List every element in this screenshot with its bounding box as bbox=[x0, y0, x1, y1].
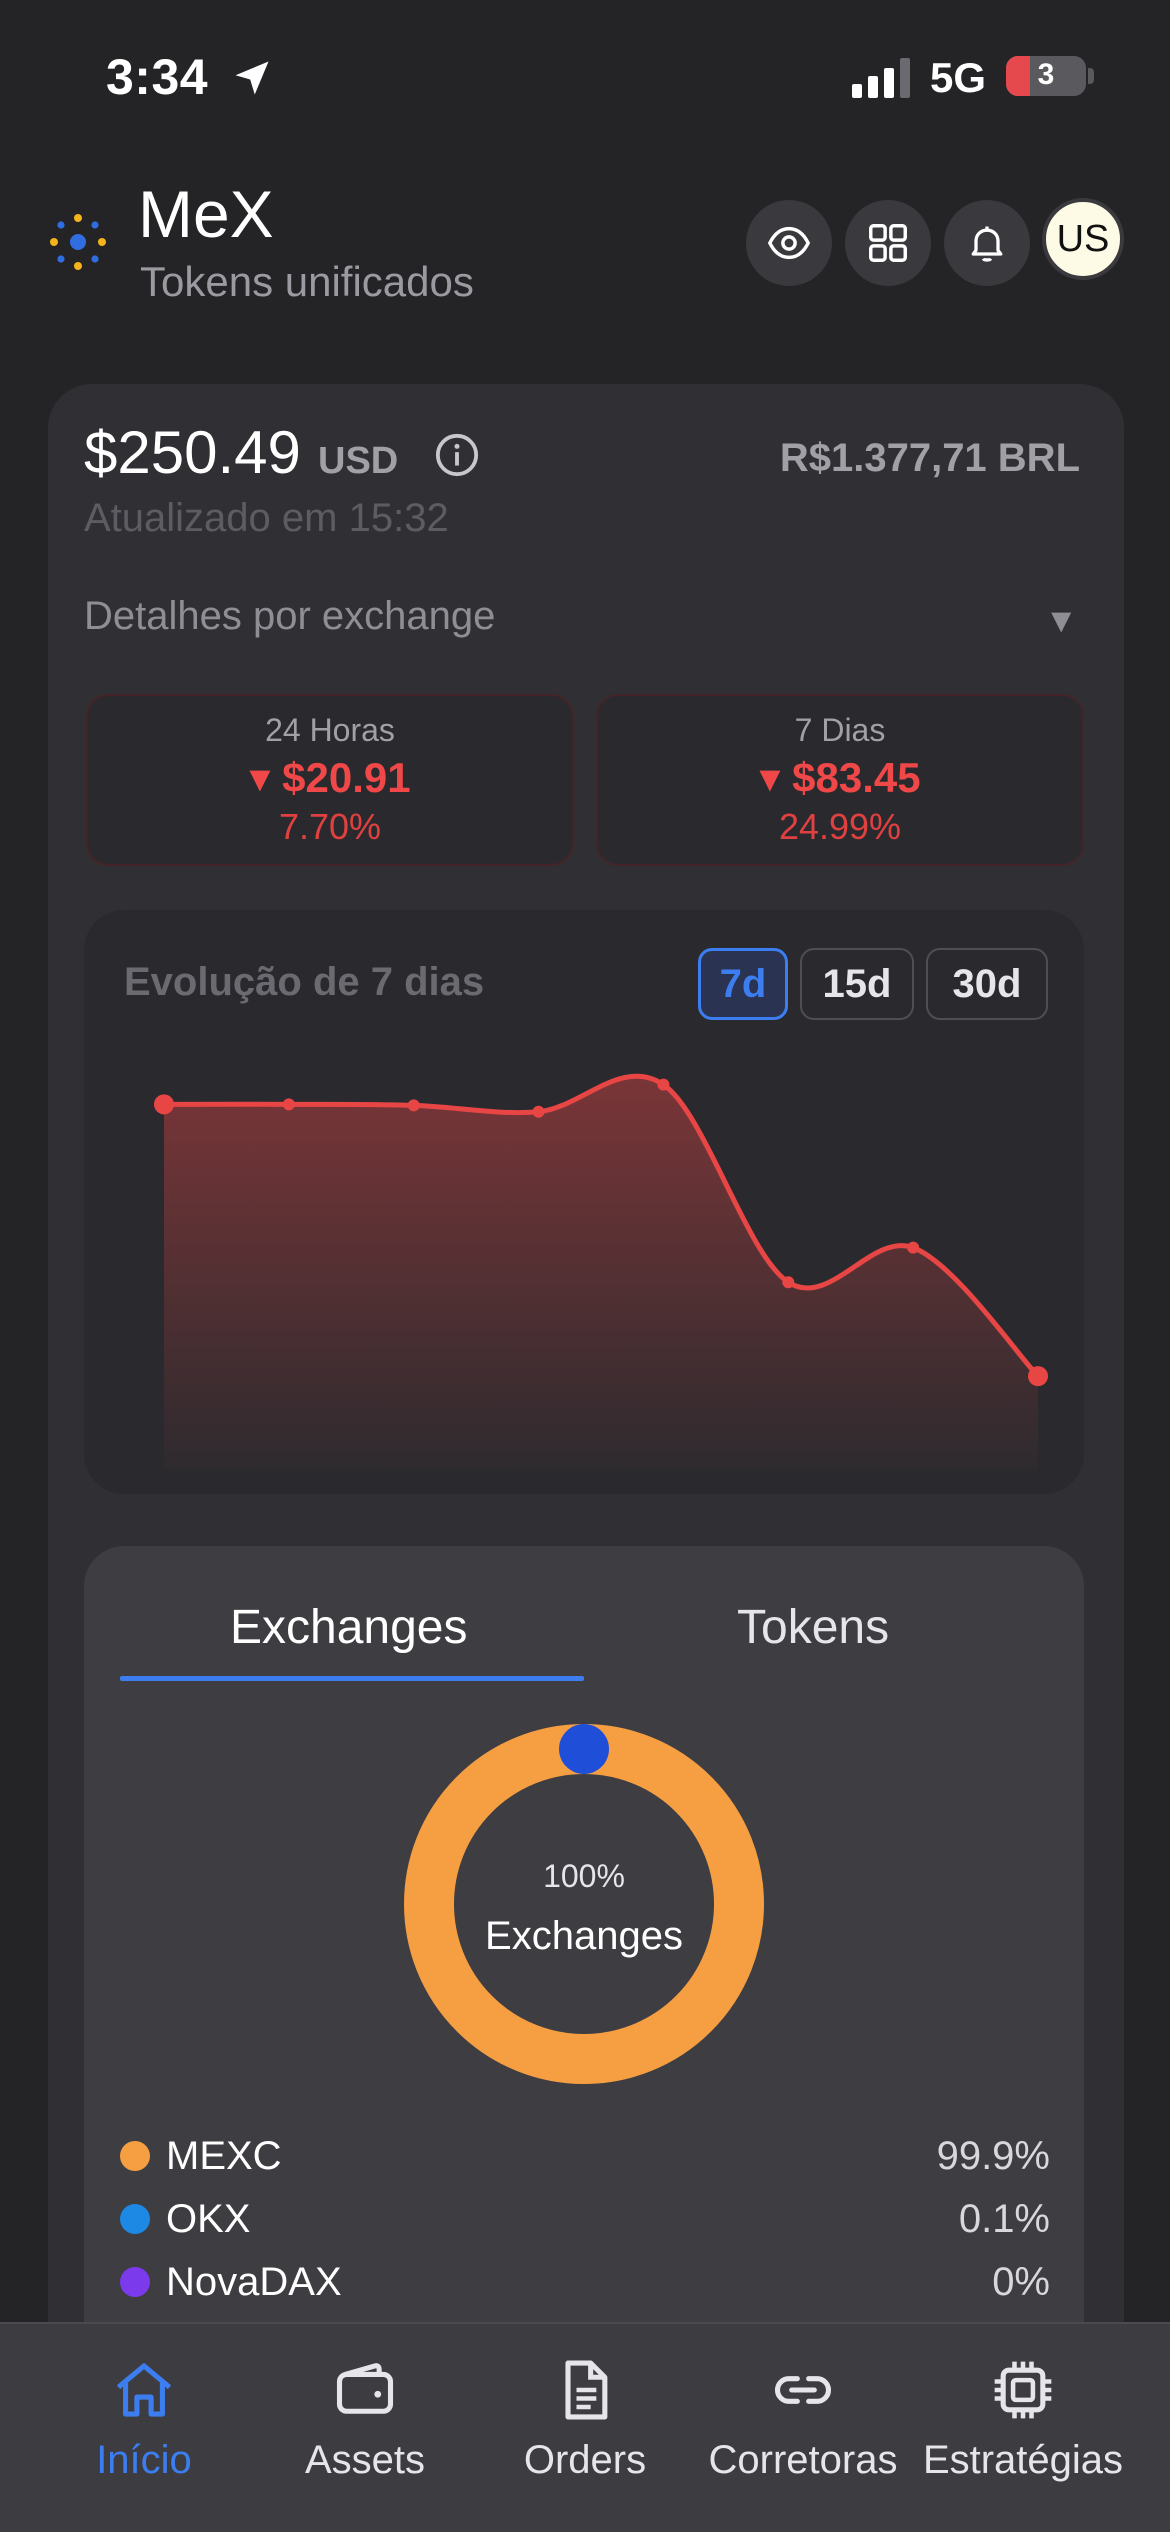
donut-segment-mexc bbox=[404, 1724, 764, 2084]
chart-title: Evolução de 7 dias bbox=[124, 960, 485, 1004]
active-tab-indicator bbox=[120, 1676, 584, 1681]
battery-icon: 3 bbox=[1006, 56, 1086, 96]
nav-label: Corretoras bbox=[708, 2438, 898, 2482]
stat-percent: 7.70% bbox=[278, 806, 382, 847]
grid-view-button[interactable] bbox=[845, 200, 931, 286]
app-name: MeX bbox=[138, 177, 274, 251]
toggle-visibility-button[interactable] bbox=[746, 200, 832, 286]
donut-percent: 100% bbox=[543, 1858, 625, 1894]
tab-tokens[interactable]: Tokens bbox=[737, 1600, 889, 1655]
app-subtitle: Tokens unificados bbox=[140, 258, 474, 305]
legend-percent: 99.9% bbox=[936, 2133, 1050, 2178]
legend-item-mexc: MEXC 99.9% bbox=[120, 2128, 1050, 2184]
legend-name: NovaDAX bbox=[166, 2259, 342, 2304]
signal-icon bbox=[852, 58, 910, 98]
chip-icon bbox=[994, 2361, 1052, 2419]
avatar-initials: US bbox=[1056, 217, 1110, 260]
battery-level: 3 bbox=[1037, 58, 1055, 91]
chart-point bbox=[532, 1105, 545, 1118]
chart-point bbox=[154, 1094, 174, 1115]
wallet-icon bbox=[336, 2363, 394, 2414]
chart-point bbox=[657, 1078, 670, 1091]
stat-24h: 24 Horas ▾ $20.91 7.70% bbox=[86, 694, 574, 866]
chart-point bbox=[282, 1098, 295, 1111]
nav-label: Início bbox=[96, 2438, 192, 2482]
exchange-details-toggle[interactable]: Detalhes por exchange bbox=[84, 594, 495, 639]
range-30d-button[interactable]: 30d bbox=[926, 948, 1048, 1020]
chart-point bbox=[407, 1099, 420, 1112]
status-time: 3:34 bbox=[106, 49, 209, 105]
link-icon bbox=[774, 2376, 832, 2404]
chart-point bbox=[782, 1276, 795, 1289]
legend-dot bbox=[120, 2141, 150, 2171]
stat-value: ▾ $83.45 bbox=[759, 754, 921, 801]
info-icon[interactable] bbox=[434, 432, 480, 478]
location-arrow-icon bbox=[235, 61, 269, 95]
nav-label: Estratégias bbox=[922, 2438, 1124, 2482]
status-bar: 3:34 5G 3 bbox=[0, 0, 1170, 150]
network-type: 5G bbox=[930, 54, 987, 101]
balance-brl: R$1.377,71 BRL bbox=[779, 436, 1080, 480]
legend-name: MEXC bbox=[166, 2133, 282, 2178]
stat-label: 7 Dias bbox=[794, 712, 886, 748]
nav-orders[interactable]: Orders bbox=[470, 2356, 700, 2483]
avatar[interactable]: US bbox=[1042, 198, 1124, 280]
notifications-button[interactable] bbox=[944, 200, 1030, 286]
nav-assets[interactable]: Assets bbox=[250, 2356, 480, 2483]
legend-item-okx: OKX 0.1% bbox=[120, 2191, 1050, 2247]
chart-point bbox=[1028, 1366, 1048, 1387]
legend-item-novadax: NovaDAX 0% bbox=[120, 2254, 1050, 2310]
legend-percent: 0.1% bbox=[958, 2196, 1050, 2241]
nav-label: Assets bbox=[304, 2438, 426, 2482]
tab-exchanges[interactable]: Exchanges bbox=[230, 1600, 468, 1655]
eye-icon bbox=[767, 226, 811, 260]
range-15d-button[interactable]: 15d bbox=[800, 948, 914, 1020]
document-icon bbox=[565, 2360, 608, 2420]
grid-icon bbox=[869, 224, 907, 262]
exchange-donut-chart bbox=[404, 1724, 764, 2084]
chevron-down-icon[interactable]: ▼ bbox=[1044, 602, 1078, 641]
home-icon bbox=[116, 2363, 172, 2417]
balance-amount: $250.49 bbox=[84, 419, 301, 486]
stat-percent: 24.99% bbox=[778, 806, 902, 847]
stat-7d: 7 Dias ▾ $83.45 24.99% bbox=[596, 694, 1084, 866]
legend-dot bbox=[120, 2267, 150, 2297]
donut-marker bbox=[559, 1724, 609, 1774]
bell-icon bbox=[971, 226, 1003, 262]
legend-percent: 0% bbox=[992, 2259, 1050, 2304]
battery-tip bbox=[1088, 68, 1094, 84]
stat-value: ▾ $20.91 bbox=[249, 754, 411, 801]
nav-estrategias[interactable]: Estratégias bbox=[908, 2356, 1138, 2483]
legend-name: OKX bbox=[166, 2196, 251, 2241]
nav-corretoras[interactable]: Corretoras bbox=[688, 2356, 918, 2483]
range-7d-button[interactable]: 7d bbox=[698, 948, 788, 1020]
nav-inicio[interactable]: Início bbox=[29, 2356, 259, 2483]
updated-time: Atualizado em 15:32 bbox=[84, 496, 449, 540]
legend-dot bbox=[120, 2204, 150, 2234]
stat-label: 24 Horas bbox=[265, 712, 395, 748]
donut-label: Exchanges bbox=[485, 1914, 683, 1958]
chart-point bbox=[907, 1241, 920, 1254]
nav-label: Orders bbox=[523, 2438, 647, 2482]
chart-area bbox=[164, 1076, 1038, 1470]
app-logo-icon bbox=[50, 214, 106, 270]
balance-currency: USD bbox=[318, 440, 399, 482]
evolution-chart bbox=[154, 1073, 1048, 1470]
